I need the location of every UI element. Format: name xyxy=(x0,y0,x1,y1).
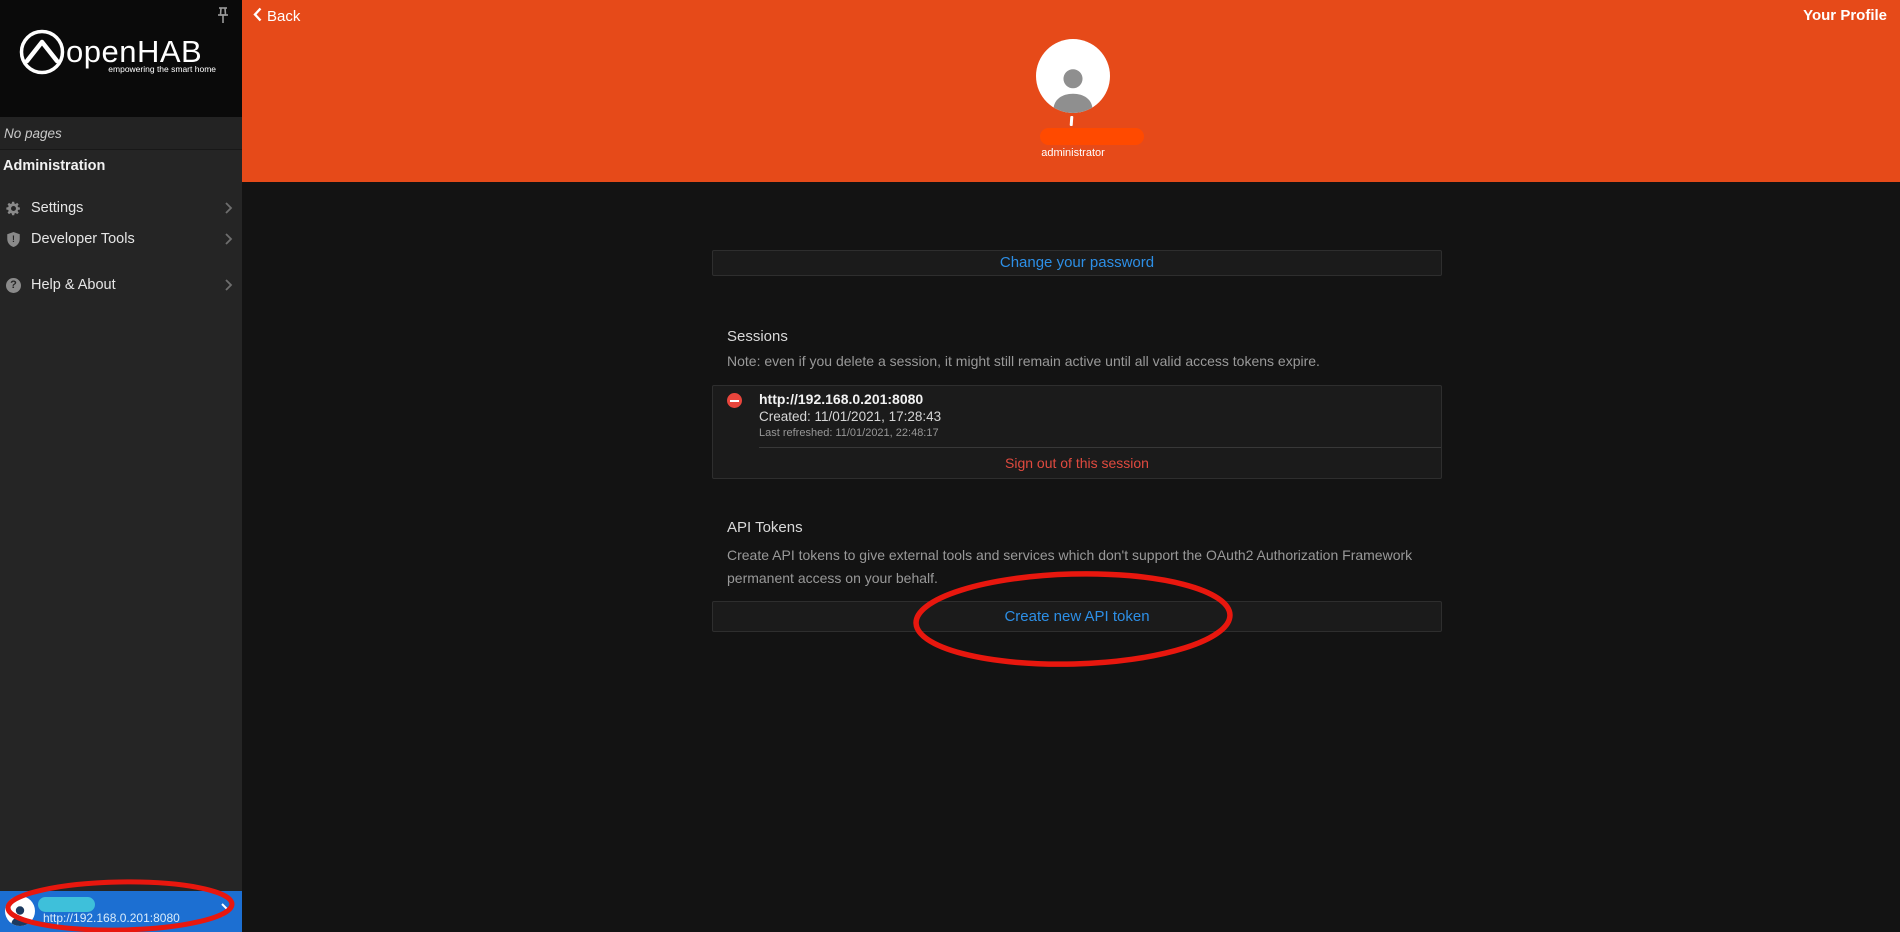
redacted-username-pill xyxy=(1040,128,1144,145)
openhab-logo-icon xyxy=(18,28,66,81)
sidebar-item-label: Help & About xyxy=(31,277,116,293)
question-icon: ? xyxy=(5,277,22,294)
sidebar-item-help-about[interactable]: ? Help & About xyxy=(0,270,242,300)
sidebar-item-label: Settings xyxy=(31,200,83,216)
back-button[interactable]: Back xyxy=(253,7,300,26)
shield-icon: ! xyxy=(5,231,22,248)
change-password-label: Change your password xyxy=(1000,254,1154,271)
no-pages-label: No pages xyxy=(0,117,242,150)
chevron-left-icon xyxy=(253,7,262,26)
redacted-username-pill xyxy=(38,897,95,912)
page-title: Your Profile xyxy=(1803,7,1887,24)
api-tokens-section-title: API Tokens xyxy=(727,519,803,536)
change-password-button[interactable]: Change your password xyxy=(712,250,1442,276)
user-role-label: administrator xyxy=(1016,147,1130,159)
session-url: http://192.168.0.201:8080 xyxy=(759,391,923,407)
server-url-label: http://192.168.0.201:8080 xyxy=(43,911,180,925)
user-avatar-icon xyxy=(5,896,35,926)
sidebar-item-developer-tools[interactable]: ! Developer Tools xyxy=(0,224,242,254)
session-last-refreshed: Last refreshed: 11/01/2021, 22:48:17 xyxy=(759,427,939,439)
username-fragment xyxy=(1070,116,1074,126)
sidebar-item-label: Developer Tools xyxy=(31,231,135,247)
sidebar-logo-area: openHAB empowering the smart home xyxy=(0,0,242,117)
chevron-right-icon xyxy=(224,278,233,297)
logo-tagline: empowering the smart home xyxy=(66,64,216,74)
sidebar-user-row[interactable]: http://192.168.0.201:8080 xyxy=(0,891,242,932)
chevron-right-icon xyxy=(224,232,233,251)
gear-icon xyxy=(5,200,22,217)
sidebar: openHAB empowering the smart home No pag… xyxy=(0,0,242,932)
pushpin-icon xyxy=(212,15,234,32)
sessions-section-title: Sessions xyxy=(727,328,788,345)
pin-sidebar-button[interactable] xyxy=(212,4,234,28)
sidebar-item-settings[interactable]: Settings xyxy=(0,193,242,223)
svg-text:!: ! xyxy=(12,234,15,244)
session-created: Created: 11/01/2021, 17:28:43 xyxy=(759,409,941,424)
chevron-right-icon xyxy=(220,902,230,923)
profile-content: Change your password Sessions Note: even… xyxy=(712,182,1442,932)
app-root: openHAB empowering the smart home No pag… xyxy=(0,0,1900,932)
session-card: http://192.168.0.201:8080 Created: 11/01… xyxy=(712,385,1442,479)
create-api-token-label: Create new API token xyxy=(1004,608,1149,625)
profile-avatar xyxy=(1036,39,1110,113)
create-api-token-button[interactable]: Create new API token xyxy=(712,601,1442,632)
back-button-label: Back xyxy=(267,8,300,25)
chevron-right-icon xyxy=(224,201,233,220)
sign-out-session-button[interactable]: Sign out of this session xyxy=(713,448,1441,478)
api-tokens-description: Create API tokens to give external tools… xyxy=(727,544,1422,589)
profile-header: Back Your Profile administrator xyxy=(242,0,1900,182)
delete-session-icon[interactable] xyxy=(727,393,742,408)
administration-section-title: Administration xyxy=(3,158,105,174)
sessions-note: Note: even if you delete a session, it m… xyxy=(727,353,1320,369)
